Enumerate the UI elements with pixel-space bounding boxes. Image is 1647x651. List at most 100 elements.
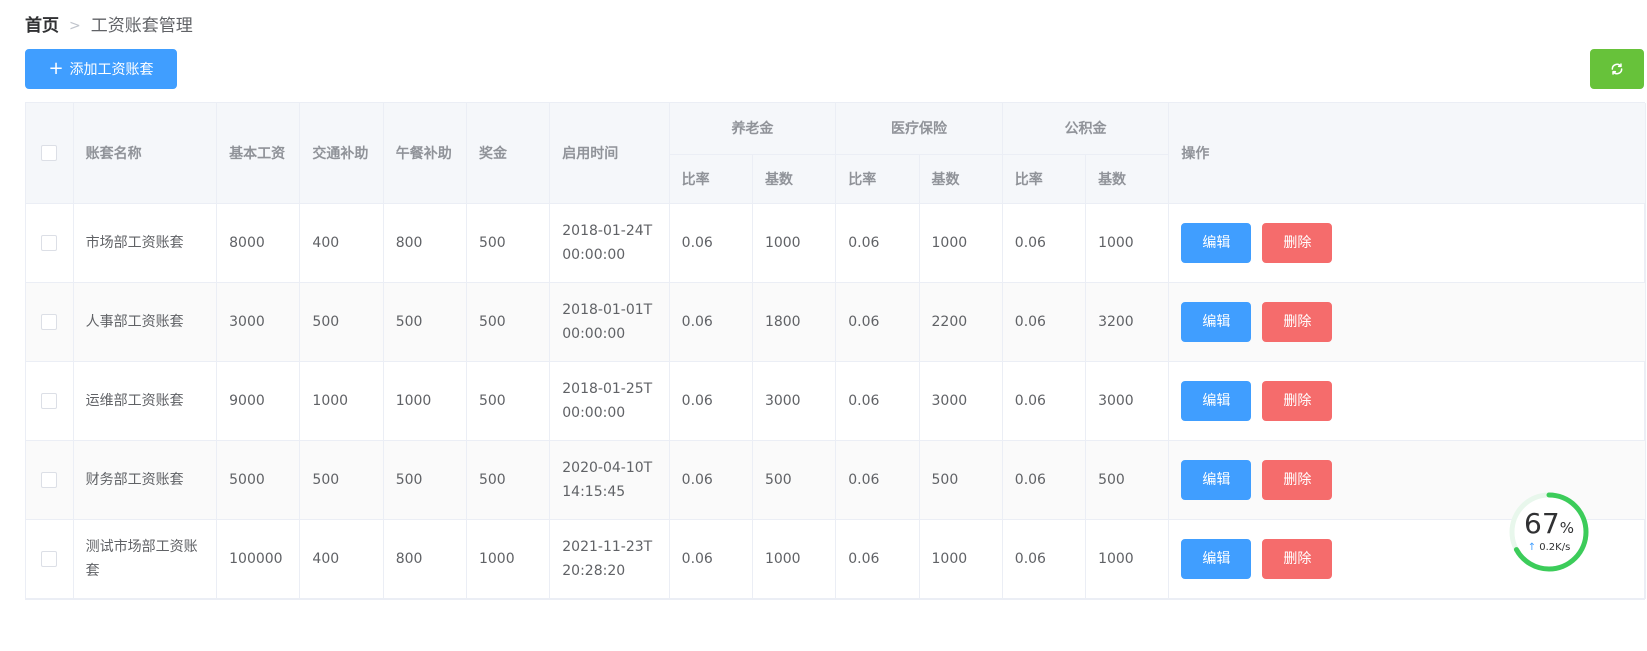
cell-medical-rate: 0.06	[835, 440, 920, 520]
page: 首页 > 工资账套管理 + 添加工资账套 账套名称 基本工资 交通补助 午餐补助…	[0, 0, 1647, 651]
col-header-pension-rate: 比率	[669, 154, 753, 204]
cell-bonus: 1000	[466, 519, 551, 599]
cell-pension-rate: 0.06	[669, 282, 753, 362]
cell-lunch: 800	[383, 519, 467, 599]
row-checkbox[interactable]	[41, 471, 58, 488]
cell-actions: 编辑 删除	[1168, 203, 1646, 283]
widget-speed-value: 0.2K/s	[1539, 542, 1571, 553]
add-salary-set-button[interactable]: + 添加工资账套	[25, 49, 177, 89]
cell-traffic: 500	[299, 440, 384, 520]
cell-name: 人事部工资账套	[73, 282, 218, 362]
cell-basic: 3000	[216, 282, 301, 362]
cell-fund-rate: 0.06	[1002, 203, 1087, 283]
refresh-icon	[1611, 63, 1623, 75]
col-header-start: 启用时间	[549, 103, 670, 204]
col-header-actions: 操作	[1168, 103, 1646, 204]
cell-traffic: 400	[299, 203, 384, 283]
col-header-pension: 养老金	[669, 103, 837, 155]
plus-icon: +	[48, 58, 64, 79]
table-row: 市场部工资账套 8000 400 800 500 2018-01-24T00:00:00 0…	[26, 203, 1646, 283]
col-header-traffic: 交通补助	[299, 103, 384, 204]
cell-traffic: 1000	[299, 361, 384, 441]
table-row: 测试市场部工资账套 100000 400 800 1000 2021-11-23T20:2…	[26, 519, 1646, 599]
cell-start: 2021-11-23T20:28:20	[549, 519, 670, 599]
cell-fund-rate: 0.06	[1002, 282, 1087, 362]
row-checkbox[interactable]	[41, 550, 58, 567]
cell-fund-base: 3200	[1085, 282, 1170, 362]
cell-fund-base: 3000	[1085, 361, 1170, 441]
edit-button[interactable]: 编辑	[1181, 538, 1252, 579]
table-row: 财务部工资账套 5000 500 500 500 2020-04-10T14:15:45 0…	[26, 440, 1646, 520]
col-header-fund-base: 基数	[1085, 154, 1170, 204]
network-speed-widget[interactable]: 67% ↑ 0.2K/s	[1508, 491, 1590, 573]
cell-pension-base: 1000	[752, 203, 837, 283]
cell-fund-base: 1000	[1085, 519, 1170, 599]
cell-basic: 5000	[216, 440, 301, 520]
cell-bonus: 500	[466, 203, 551, 283]
table-row: 运维部工资账套 9000 1000 1000 500 2018-01-25T00:00:0…	[26, 361, 1646, 441]
edit-button[interactable]: 编辑	[1181, 222, 1252, 263]
cell-start: 2018-01-25T00:00:00	[549, 361, 670, 441]
cell-lunch: 800	[383, 203, 467, 283]
add-salary-set-label: 添加工资账套	[69, 62, 154, 78]
cell-name: 市场部工资账套	[73, 203, 218, 283]
col-header-medical: 医疗保险	[835, 103, 1003, 155]
cell-basic: 9000	[216, 361, 301, 441]
cell-pension-base: 500	[752, 440, 837, 520]
cell-fund-rate: 0.06	[1002, 519, 1087, 599]
row-checkbox[interactable]	[41, 313, 58, 330]
col-header-pension-base: 基数	[752, 154, 837, 204]
breadcrumb-home[interactable]: 首页	[25, 14, 59, 38]
delete-button[interactable]: 删除	[1262, 538, 1333, 579]
cell-medical-rate: 0.06	[835, 519, 920, 599]
widget-percent-value: 67	[1524, 507, 1560, 540]
delete-button[interactable]: 删除	[1262, 459, 1333, 500]
cell-pension-rate: 0.06	[669, 440, 753, 520]
row-checkbox-cell	[26, 440, 74, 520]
row-checkbox[interactable]	[41, 392, 58, 409]
cell-start: 2018-01-24T00:00:00	[549, 203, 670, 283]
cell-name: 财务部工资账套	[73, 440, 218, 520]
table-body: 市场部工资账套 8000 400 800 500 2018-01-24T00:00:00 0…	[26, 203, 1646, 599]
table-row: 人事部工资账套 3000 500 500 500 2018-01-01T00:00:00 0…	[26, 282, 1646, 362]
cell-actions: 编辑 删除	[1168, 282, 1646, 362]
cell-basic: 100000	[216, 519, 301, 599]
cell-traffic: 500	[299, 282, 384, 362]
breadcrumb: 首页 > 工资账套管理	[25, 14, 193, 38]
refresh-button[interactable]	[1590, 49, 1644, 89]
delete-button[interactable]: 删除	[1262, 301, 1333, 342]
breadcrumb-separator-icon: >	[69, 18, 81, 34]
row-checkbox-cell	[26, 203, 74, 283]
row-checkbox-cell	[26, 282, 74, 362]
cell-name: 运维部工资账套	[73, 361, 218, 441]
salary-set-table: 账套名称 基本工资 交通补助 午餐补助 奖金 启用时间 养老金 医疗保险 公积金…	[25, 102, 1646, 600]
col-header-fund-rate: 比率	[1002, 154, 1087, 204]
row-checkbox[interactable]	[41, 234, 58, 251]
select-all-checkbox[interactable]	[41, 144, 58, 161]
cell-lunch: 500	[383, 440, 467, 520]
col-header-basic: 基本工资	[216, 103, 301, 204]
col-header-medical-base: 基数	[919, 154, 1003, 204]
cell-pension-rate: 0.06	[669, 203, 753, 283]
cell-lunch: 1000	[383, 361, 467, 441]
cell-medical-rate: 0.06	[835, 203, 920, 283]
cell-actions: 编辑 删除	[1168, 361, 1646, 441]
cell-bonus: 500	[466, 361, 551, 441]
cell-medical-base: 1000	[919, 203, 1003, 283]
col-header-bonus: 奖金	[466, 103, 551, 204]
cell-medical-rate: 0.06	[835, 361, 920, 441]
cell-lunch: 500	[383, 282, 467, 362]
edit-button[interactable]: 编辑	[1181, 380, 1252, 421]
edit-button[interactable]: 编辑	[1181, 301, 1252, 342]
cell-bonus: 500	[466, 282, 551, 362]
widget-percent-symbol: %	[1559, 519, 1574, 537]
cell-pension-base: 1800	[752, 282, 837, 362]
col-header-name: 账套名称	[73, 103, 218, 204]
delete-button[interactable]: 删除	[1262, 380, 1333, 421]
cell-name: 测试市场部工资账套	[73, 519, 218, 599]
cell-start: 2018-01-01T00:00:00	[549, 282, 670, 362]
cell-traffic: 400	[299, 519, 384, 599]
cell-medical-base: 500	[919, 440, 1003, 520]
edit-button[interactable]: 编辑	[1181, 459, 1252, 500]
delete-button[interactable]: 删除	[1262, 222, 1333, 263]
